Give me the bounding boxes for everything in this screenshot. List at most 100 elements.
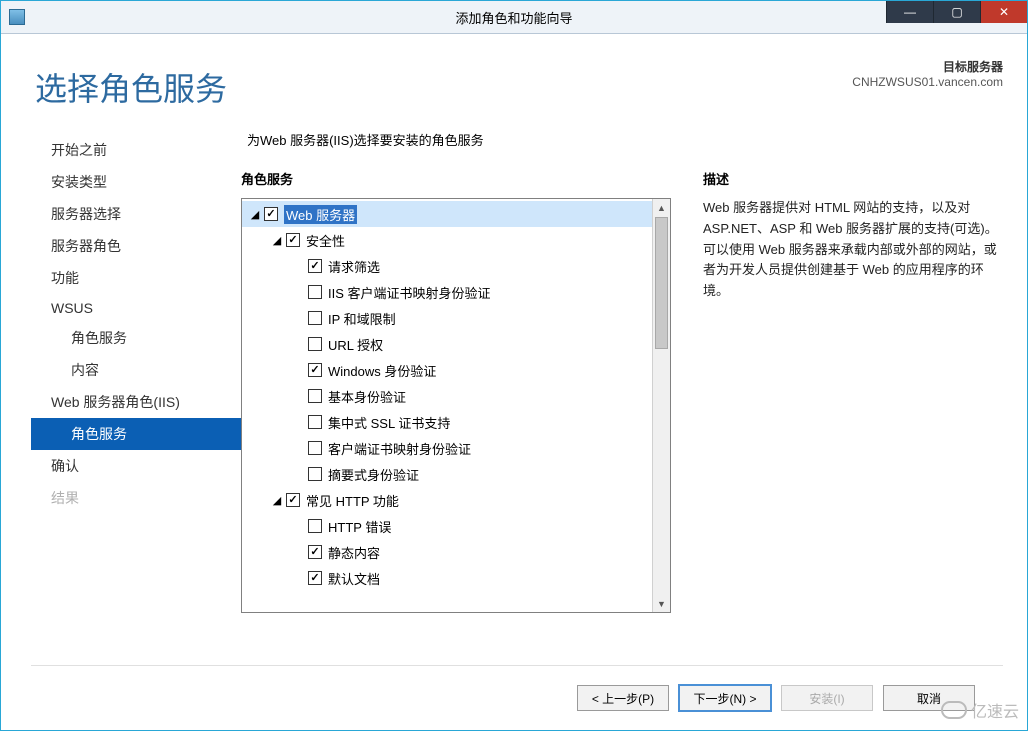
tree-node-label: 客户端证书映射身份验证 <box>328 439 471 458</box>
page-title: 选择角色服务 <box>35 64 227 110</box>
close-button[interactable]: ✕ <box>980 1 1027 23</box>
sidebar-nav: 开始之前安装类型服务器选择服务器角色功能WSUS角色服务内容Web 服务器角色(… <box>31 130 241 659</box>
tree-node[interactable]: ◢ 常见 HTTP 功能 <box>242 487 652 513</box>
tree-node-label: Web 服务器 <box>284 205 357 224</box>
tree-node-label: IIS 客户端证书映射身份验证 <box>328 283 491 302</box>
scroll-up-icon[interactable]: ▲ <box>653 199 670 216</box>
roles-tree[interactable]: ◢Web 服务器◢安全性请求筛选IIS 客户端证书映射身份验证IP 和域限制UR… <box>242 199 652 612</box>
instruction-text: 为Web 服务器(IIS)选择要安装的角色服务 <box>247 130 1003 149</box>
expander-spacer <box>292 545 306 559</box>
roles-heading: 角色服务 <box>241 169 671 188</box>
cancel-button[interactable]: 取消 <box>883 685 975 711</box>
expander-icon[interactable]: ◢ <box>270 493 284 507</box>
main-panel: 为Web 服务器(IIS)选择要安装的角色服务 角色服务 ◢Web 服务器◢安全… <box>241 130 1003 659</box>
wizard-window: 添加角色和功能向导 — ▢ ✕ 选择角色服务 目标服务器 CNHZWSUS01.… <box>0 0 1028 731</box>
checkbox[interactable] <box>308 571 322 585</box>
checkbox[interactable] <box>308 441 322 455</box>
checkbox[interactable] <box>308 285 322 299</box>
tree-node[interactable]: Windows 身份验证 <box>242 357 652 383</box>
tree-node[interactable]: IIS 客户端证书映射身份验证 <box>242 279 652 305</box>
tree-node[interactable]: IP 和域限制 <box>242 305 652 331</box>
checkbox[interactable] <box>286 233 300 247</box>
window-controls: — ▢ ✕ <box>886 1 1027 23</box>
app-icon <box>9 9 25 25</box>
checkbox[interactable] <box>308 363 322 377</box>
tree-node-label: URL 授权 <box>328 335 383 354</box>
tree-node[interactable]: 请求筛选 <box>242 253 652 279</box>
tree-node-label: 集中式 SSL 证书支持 <box>328 413 450 432</box>
tree-node[interactable]: 集中式 SSL 证书支持 <box>242 409 652 435</box>
sidebar-item-4[interactable]: 功能 <box>31 262 241 294</box>
tree-node-label: HTTP 错误 <box>328 517 391 536</box>
tree-node[interactable]: 摘要式身份验证 <box>242 461 652 487</box>
sidebar-item-9[interactable]: 角色服务 <box>31 418 241 450</box>
checkbox[interactable] <box>308 467 322 481</box>
expander-icon[interactable]: ◢ <box>248 207 262 221</box>
tree-node-label: 请求筛选 <box>328 257 380 276</box>
sidebar-item-2[interactable]: 服务器选择 <box>31 198 241 230</box>
expander-spacer <box>292 311 306 325</box>
tree-node-label: 摘要式身份验证 <box>328 465 419 484</box>
tree-node-label: 默认文档 <box>328 569 380 588</box>
scroll-thumb[interactable] <box>655 217 668 349</box>
sidebar-item-0[interactable]: 开始之前 <box>31 134 241 166</box>
sidebar-item-5[interactable]: WSUS <box>31 294 241 322</box>
tree-node-label: 安全性 <box>306 231 345 250</box>
description-text: Web 服务器提供对 HTML 网站的支持，以及对 ASP.NET、ASP 和 … <box>703 198 1003 302</box>
expander-spacer <box>292 467 306 481</box>
tree-node-label: IP 和域限制 <box>328 309 396 328</box>
checkbox[interactable] <box>308 415 322 429</box>
sidebar-item-10[interactable]: 确认 <box>31 450 241 482</box>
columns: 角色服务 ◢Web 服务器◢安全性请求筛选IIS 客户端证书映射身份验证IP 和… <box>241 169 1003 659</box>
expander-icon[interactable]: ◢ <box>270 233 284 247</box>
checkbox[interactable] <box>286 493 300 507</box>
expander-spacer <box>292 519 306 533</box>
window-title: 添加角色和功能向导 <box>1 8 1027 27</box>
expander-spacer <box>292 259 306 273</box>
target-server-value: CNHZWSUS01.vancen.com <box>852 75 1003 89</box>
tree-node-label: 静态内容 <box>328 543 380 562</box>
checkbox[interactable] <box>308 519 322 533</box>
sidebar-item-6[interactable]: 角色服务 <box>31 322 241 354</box>
checkbox[interactable] <box>308 337 322 351</box>
tree-node[interactable]: HTTP 错误 <box>242 513 652 539</box>
tree-node[interactable]: 默认文档 <box>242 565 652 591</box>
description-column: 描述 Web 服务器提供对 HTML 网站的支持，以及对 ASP.NET、ASP… <box>703 169 1003 659</box>
checkbox[interactable] <box>308 389 322 403</box>
maximize-button[interactable]: ▢ <box>933 1 980 23</box>
tree-node-label: 常见 HTTP 功能 <box>306 491 399 510</box>
checkbox[interactable] <box>308 311 322 325</box>
scroll-down-icon[interactable]: ▼ <box>653 595 670 612</box>
titlebar: 添加角色和功能向导 — ▢ ✕ <box>1 1 1027 34</box>
expander-spacer <box>292 441 306 455</box>
scrollbar-vertical[interactable]: ▲ ▼ <box>652 199 670 612</box>
expander-spacer <box>292 571 306 585</box>
sidebar-item-3[interactable]: 服务器角色 <box>31 230 241 262</box>
tree-node[interactable]: 基本身份验证 <box>242 383 652 409</box>
target-server-block: 目标服务器 CNHZWSUS01.vancen.com <box>852 58 1003 89</box>
tree-node[interactable]: 静态内容 <box>242 539 652 565</box>
minimize-button[interactable]: — <box>886 1 933 23</box>
sidebar-item-7[interactable]: 内容 <box>31 354 241 386</box>
checkbox[interactable] <box>308 545 322 559</box>
roles-tree-container: ◢Web 服务器◢安全性请求筛选IIS 客户端证书映射身份验证IP 和域限制UR… <box>241 198 671 613</box>
description-heading: 描述 <box>703 169 1003 188</box>
sidebar-item-11: 结果 <box>31 482 241 514</box>
target-server-label: 目标服务器 <box>852 58 1003 75</box>
body: 选择角色服务 目标服务器 CNHZWSUS01.vancen.com 开始之前安… <box>1 34 1027 730</box>
expander-spacer <box>292 389 306 403</box>
tree-node[interactable]: ◢ Web 服务器 <box>242 201 652 227</box>
expander-spacer <box>292 415 306 429</box>
checkbox[interactable] <box>308 259 322 273</box>
tree-node[interactable]: ◢ 安全性 <box>242 227 652 253</box>
next-button[interactable]: 下一步(N) > <box>679 685 771 711</box>
install-button: 安装(I) <box>781 685 873 711</box>
roles-column: 角色服务 ◢Web 服务器◢安全性请求筛选IIS 客户端证书映射身份验证IP 和… <box>241 169 671 659</box>
sidebar-item-1[interactable]: 安装类型 <box>31 166 241 198</box>
prev-button[interactable]: < 上一步(P) <box>577 685 669 711</box>
tree-node[interactable]: 客户端证书映射身份验证 <box>242 435 652 461</box>
checkbox[interactable] <box>264 207 278 221</box>
sidebar-item-8[interactable]: Web 服务器角色(IIS) <box>31 386 241 418</box>
tree-node[interactable]: URL 授权 <box>242 331 652 357</box>
tree-node-label: Windows 身份验证 <box>328 361 436 380</box>
